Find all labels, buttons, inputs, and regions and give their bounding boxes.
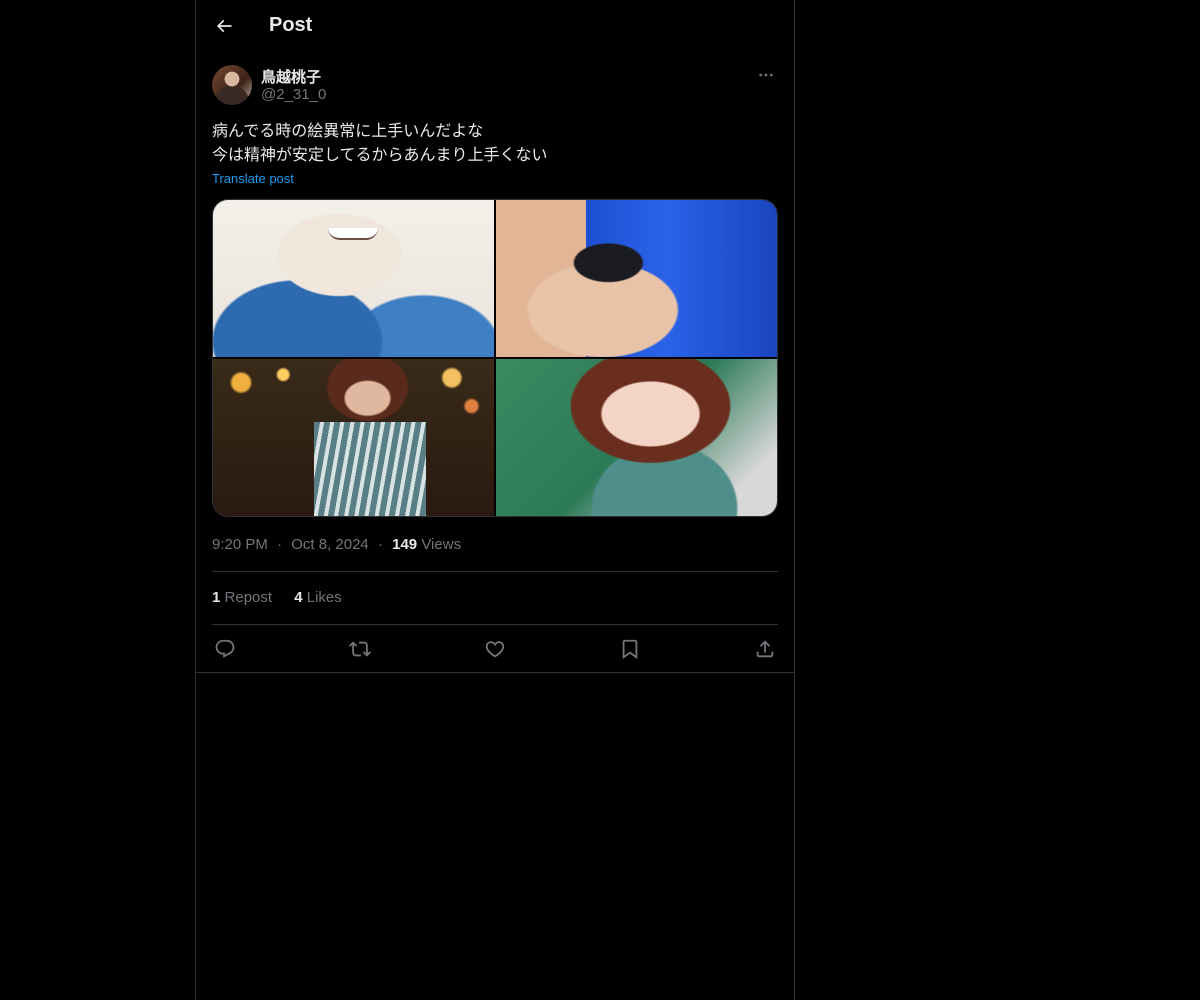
translate-post-link[interactable]: Translate post — [212, 171, 294, 186]
repost-icon — [349, 638, 371, 660]
post-text-line-1: 病んでる時の絵異常に上手いんだよな — [212, 121, 484, 140]
divider — [212, 624, 778, 625]
post-meta: 9:20 PM · Oct 8, 2024 · 149 Views — [212, 536, 461, 553]
avatar[interactable] — [212, 65, 252, 105]
post-text-line-2: 今は精神が安定してるからあんまり上手くない — [212, 145, 548, 164]
reposts-stat[interactable]: 1 Repost — [212, 589, 272, 606]
views-label: Views — [421, 536, 462, 553]
post-time[interactable]: 9:20 PM — [212, 536, 268, 553]
page-title: Post — [269, 14, 313, 36]
author-display-name[interactable]: 鳥越桃子 — [261, 66, 321, 87]
likes-stat[interactable]: 4 Likes — [294, 589, 342, 606]
like-icon — [484, 638, 506, 660]
divider — [212, 571, 778, 572]
arrow-left-icon — [214, 16, 234, 36]
post-column: Post 鳥越桃子 @2_31_0 病んでる時の絵異常に上手いんだよな 今は精神… — [195, 0, 795, 1000]
author-handle[interactable]: @2_31_0 — [261, 86, 326, 103]
views-count: 149 — [392, 536, 418, 553]
action-bar — [212, 636, 778, 662]
reply-icon — [214, 638, 236, 660]
post-text: 病んでる時の絵異常に上手いんだよな 今は精神が安定してるからあんまり上手くない — [212, 119, 778, 167]
post-stats: 1 Repost 4 Likes — [212, 589, 360, 606]
media-image-3[interactable] — [213, 359, 494, 516]
media-image-1[interactable] — [213, 200, 494, 357]
bookmark-button[interactable] — [617, 636, 643, 662]
media-grid — [212, 199, 778, 517]
more-horizontal-icon — [758, 67, 774, 83]
likes-count: 4 — [294, 589, 303, 606]
back-button[interactable] — [208, 10, 240, 42]
share-icon — [754, 638, 776, 660]
post-date[interactable]: Oct 8, 2024 — [291, 536, 369, 553]
repost-button[interactable] — [347, 636, 373, 662]
divider — [196, 672, 794, 673]
share-button[interactable] — [752, 636, 778, 662]
bookmark-icon — [619, 638, 641, 660]
reposts-count: 1 — [212, 589, 221, 606]
media-image-4[interactable] — [496, 359, 777, 516]
media-image-2[interactable] — [496, 200, 777, 357]
reply-button[interactable] — [212, 636, 238, 662]
reposts-label: Repost — [224, 589, 273, 606]
author-row: 鳥越桃子 @2_31_0 — [212, 65, 778, 105]
post-header: Post — [196, 0, 794, 53]
likes-label: Likes — [306, 589, 342, 606]
meta-separator: · — [377, 536, 383, 553]
meta-separator: · — [277, 536, 283, 553]
like-button[interactable] — [482, 636, 508, 662]
more-button[interactable] — [756, 65, 776, 85]
